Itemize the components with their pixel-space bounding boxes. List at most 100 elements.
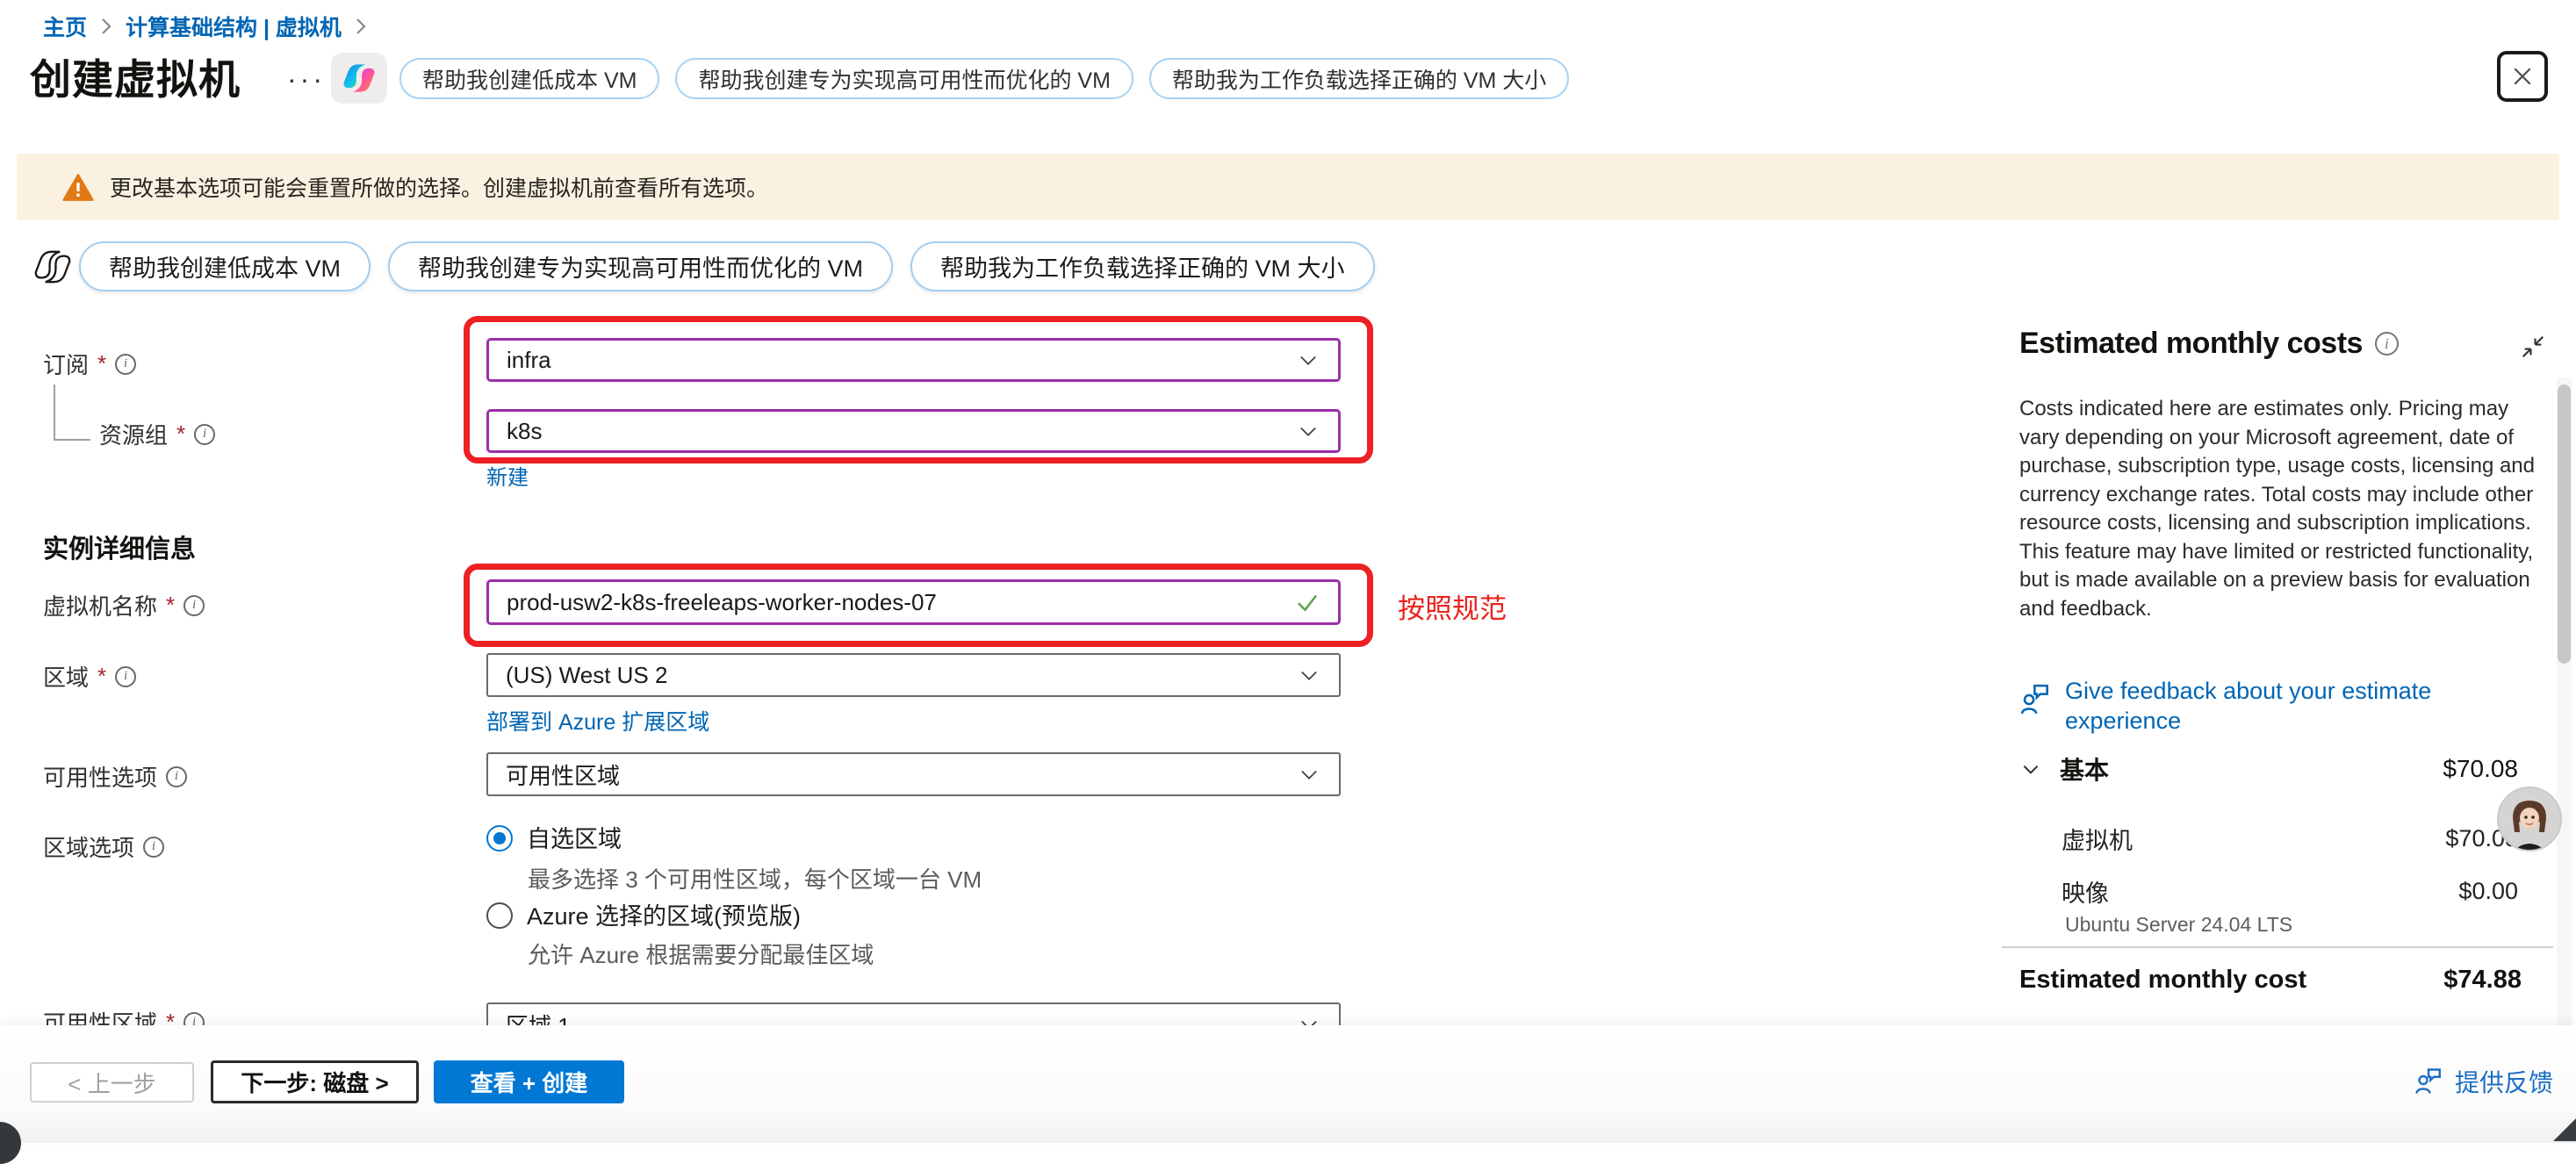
cost-total-label: Estimated monthly cost [2019,966,2306,995]
info-icon[interactable]: i [183,1012,205,1026]
footer-bar: < 上一步 下一步: 磁盘 > 查看 + 创建 提供反馈 [0,1025,2576,1143]
resource-group-label-row: 资源组 * i [99,418,215,450]
feedback-person-icon [2019,681,2053,718]
avatar[interactable] [2497,787,2562,851]
required-marker: * [166,592,175,619]
breadcrumb-virtual-machines[interactable]: 计算基础结构 | 虚拟机 [126,11,342,42]
breadcrumb-home[interactable]: 主页 [43,11,87,42]
subscription-value: infra [507,347,1296,374]
give-feedback-text: 提供反馈 [2455,1064,2553,1099]
cost-row-vm: 虚拟机 $70.08 [2062,822,2518,856]
suggestion-low-cost-vm-button[interactable]: 帮助我创建低成本 VM [399,58,659,99]
required-marker: * [97,350,106,377]
zone-option-azure-select-label: Azure 选择的区域(预览版) [527,902,801,930]
page-title: 创建虚拟机 [30,46,241,106]
warning-banner: 更改基本选项可能会重置所做的选择。创建虚拟机前查看所有选项。 [17,154,2559,220]
info-icon[interactable]: i [166,766,187,787]
cost-total-row: Estimated monthly cost $74.88 [2019,966,2522,995]
deploy-extended-zone-link[interactable]: 部署到 Azure 扩展区域 [486,705,709,736]
cost-row-sub-label: Ubuntu Server 24.04 LTS [2065,913,2292,937]
vm-name-label: 虚拟机名称 [43,589,157,622]
region-value: (US) West US 2 [506,662,1297,689]
create-new-resource-group-link[interactable]: 新建 [486,460,529,491]
zone-option-self-select-description: 最多选择 3 个可用性区域，每个区域一台 VM [528,862,982,895]
chevron-down-icon [1296,348,1320,372]
collapse-panel-icon[interactable] [2520,334,2546,364]
suggestion-right-vm-size-button[interactable]: 帮助我为工作负载选择正确的 VM 大小 [1149,58,1569,99]
chevron-right-icon [99,16,113,37]
availability-zone-label-row: 可用性区域 * i [43,1006,205,1025]
zone-option-self-select-label: 自选区域 [527,825,622,853]
suggestion-right-vm-size-button[interactable]: 帮助我为工作负载选择正确的 VM 大小 [910,241,1375,291]
next-step-disks-button[interactable]: 下一步: 磁盘 > [211,1060,419,1103]
suggestion-high-availability-vm-button[interactable]: 帮助我创建专为实现高可用性而优化的 VM [675,58,1133,99]
info-icon[interactable]: i [2375,332,2399,356]
zone-option-self-select[interactable]: 自选区域 [486,825,622,853]
chevron-down-icon [1297,1012,1321,1025]
cost-panel-title: Estimated monthly costs [2019,327,2363,361]
more-options-button[interactable]: ··· [287,63,326,96]
chevron-right-icon [354,16,368,37]
availability-options-label: 可用性选项 [43,760,157,793]
region-dropdown[interactable]: (US) West US 2 [486,653,1341,697]
availability-zone-dropdown[interactable]: 区域 1 [486,1002,1341,1025]
cost-group-value: $70.08 [2443,755,2518,783]
subscription-label-row: 订阅 * i [43,348,136,380]
estimate-feedback-link[interactable]: Give feedback about your estimate experi… [2019,676,2486,736]
previous-step-button[interactable]: < 上一步 [30,1062,194,1103]
availability-zone-label: 可用性区域 [43,1006,157,1025]
divider [2002,946,2553,948]
chevron-down-icon [1297,762,1321,787]
info-icon[interactable]: i [143,837,164,858]
radio-selected-icon[interactable] [486,825,513,851]
cost-group-row[interactable]: 基本 $70.08 [2019,751,2518,787]
subscription-dropdown[interactable]: infra [486,338,1341,382]
vm-name-label-row: 虚拟机名称 * i [43,589,205,622]
close-button[interactable] [2497,51,2548,102]
copilot-suggestions-inline: 帮助我创建低成本 VM 帮助我创建专为实现高可用性而优化的 VM 帮助我为工作负… [79,241,1375,291]
cursor-artifact [2553,1118,2576,1141]
copilot-suggestions-top: 帮助我创建低成本 VM 帮助我创建专为实现高可用性而优化的 VM 帮助我为工作负… [399,58,1569,99]
radio-unselected-icon[interactable] [486,902,513,929]
vm-name-input[interactable]: prod-usw2-k8s-freeleaps-worker-nodes-07 [486,579,1341,625]
region-label-row: 区域 * i [43,660,136,693]
suggestion-high-availability-vm-button[interactable]: 帮助我创建专为实现高可用性而优化的 VM [388,241,893,291]
availability-options-value: 可用性区域 [506,758,1297,791]
scrollbar-thumb[interactable] [2558,384,2571,664]
give-feedback-link[interactable]: 提供反馈 [2413,1064,2553,1099]
availability-options-dropdown[interactable]: 可用性区域 [486,752,1341,796]
cost-row-image: 映像 $0.00 [2062,874,2518,909]
tree-connector-line [54,384,90,441]
annotation-note: 按照规范 [1398,586,1507,626]
vm-name-value: prod-usw2-k8s-freeleaps-worker-nodes-07 [507,589,1294,616]
info-icon[interactable]: i [194,424,215,445]
zone-option-azure-select-description: 允许 Azure 根据需要分配最佳区域 [528,938,874,970]
zone-option-azure-select[interactable]: Azure 选择的区域(预览版) [486,902,801,930]
info-icon[interactable]: i [183,595,205,616]
resource-group-label: 资源组 [99,418,168,450]
chevron-down-icon[interactable] [2019,758,2042,780]
feedback-person-icon [2413,1066,2444,1097]
main-content: 主页 计算基础结构 | 虚拟机 创建虚拟机 ··· [0,0,2576,1025]
cost-row-label: 虚拟机 [2062,822,2133,856]
required-marker: * [97,663,106,690]
info-icon[interactable]: i [115,354,136,375]
required-marker: * [166,1009,175,1025]
resource-group-dropdown[interactable]: k8s [486,409,1341,453]
cost-row-value: $0.00 [2458,878,2518,905]
required-marker: * [176,420,185,448]
suggestion-low-cost-vm-button[interactable]: 帮助我创建低成本 VM [79,241,371,291]
cost-row-label: 映像 [2062,874,2109,909]
availability-zone-value: 区域 1 [506,1009,1297,1026]
info-icon[interactable]: i [115,666,136,687]
close-icon [2509,63,2536,90]
estimate-feedback-text: Give feedback about your estimate experi… [2065,676,2486,736]
review-create-button[interactable]: 查看 + 创建 [434,1060,624,1103]
copilot-button[interactable] [331,53,387,104]
instance-details-header: 实例详细信息 [43,528,196,565]
resource-group-value: k8s [507,418,1296,445]
cost-panel-description: Costs indicated here are estimates only.… [2019,395,2536,623]
zone-options-label: 区域选项 [43,830,134,863]
warning-icon [62,173,94,202]
chevron-down-icon [1297,663,1321,687]
